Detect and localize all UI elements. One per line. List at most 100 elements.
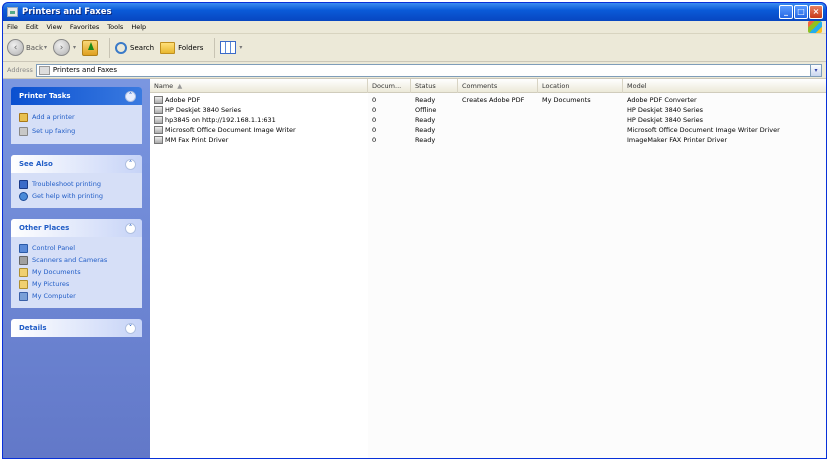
printer-row[interactable]: Adobe PDF 0 Ready Creates Adobe PDF My D… xyxy=(150,95,826,105)
up-button[interactable] xyxy=(82,39,99,56)
setup-faxing-label: Set up faxing xyxy=(32,127,76,135)
collapse-icon[interactable]: ˄ xyxy=(125,90,136,102)
file-list-view[interactable]: Name ▲ Docum... Status Comments Location … xyxy=(150,79,826,458)
address-field[interactable]: Printers and Faxes ▾ xyxy=(35,63,822,77)
chevron-down-icon[interactable]: ▾ xyxy=(44,44,47,51)
printer-documents: 0 xyxy=(372,116,377,124)
menu-help[interactable]: Help xyxy=(131,23,146,31)
printer-name: hp3845 on http://192.168.1.1:631 xyxy=(165,116,276,124)
back-button[interactable]: ‹ Back ▾ xyxy=(7,39,47,56)
other-places-header[interactable]: Other Places ˄ xyxy=(11,219,142,237)
printer-list: Adobe PDF 0 Ready Creates Adobe PDF My D… xyxy=(150,95,826,145)
folders-label: Folders xyxy=(178,43,204,52)
explorer-window: Printers and Faxes _ □ × File Edit View … xyxy=(2,2,827,459)
forward-button[interactable]: › ▾ xyxy=(53,39,76,56)
add-printer-link[interactable]: Add a printer xyxy=(19,110,134,124)
my-documents-label: My Documents xyxy=(32,268,81,276)
back-arrow-icon: ‹ xyxy=(7,39,24,56)
column-header-status[interactable]: Status xyxy=(411,79,458,93)
my-computer-link[interactable]: My Computer xyxy=(19,290,134,302)
my-pictures-icon xyxy=(19,279,28,289)
maximize-button[interactable]: □ xyxy=(794,5,808,19)
printer-row[interactable]: Microsoft Office Document Image Writer 0… xyxy=(150,125,826,135)
control-panel-icon xyxy=(19,243,28,253)
printer-name: HP Deskjet 3840 Series xyxy=(165,106,242,114)
address-value: Printers and Faxes xyxy=(52,66,117,74)
column-header-documents[interactable]: Docum... xyxy=(368,79,411,93)
folders-button[interactable]: Folders xyxy=(160,41,204,54)
other-places-title: Other Places xyxy=(19,224,70,232)
printer-row[interactable]: hp3845 on http://192.168.1.1:631 0 Ready… xyxy=(150,115,826,125)
help-icon xyxy=(19,179,28,189)
column-header-name[interactable]: Name ▲ xyxy=(150,79,368,93)
expand-icon[interactable]: ˅ xyxy=(125,322,136,334)
printer-name: MM Fax Print Driver xyxy=(165,136,229,144)
minimize-button[interactable]: _ xyxy=(779,5,793,19)
printer-tasks-title: Printer Tasks xyxy=(19,92,71,100)
collapse-icon[interactable]: ˄ xyxy=(125,222,136,234)
chevron-down-icon[interactable]: ▾ xyxy=(73,44,76,51)
see-also-panel: See Also ˄ Troubleshoot printing Get hel… xyxy=(11,155,142,208)
printer-icon xyxy=(154,126,163,134)
views-button[interactable]: ▾ xyxy=(220,41,242,54)
chevron-down-icon[interactable]: ▾ xyxy=(239,44,242,51)
my-documents-link[interactable]: My Documents xyxy=(19,266,134,278)
search-button[interactable]: Search xyxy=(115,41,154,54)
menu-tools[interactable]: Tools xyxy=(107,23,123,31)
troubleshoot-printing-link[interactable]: Troubleshoot printing xyxy=(19,178,134,190)
printer-model: HP Deskjet 3840 Series xyxy=(627,116,704,124)
sort-ascending-icon: ▲ xyxy=(177,82,183,90)
fax-icon xyxy=(19,126,28,136)
scanners-cameras-link[interactable]: Scanners and Cameras xyxy=(19,254,134,266)
menu-favorites[interactable]: Favorites xyxy=(70,23,99,31)
printer-status: Ready xyxy=(415,136,436,144)
printer-tasks-panel: Printer Tasks ˄ Add a printer Set up fax… xyxy=(11,87,142,144)
printer-name: Microsoft Office Document Image Writer xyxy=(165,126,296,134)
my-pictures-link[interactable]: My Pictures xyxy=(19,278,134,290)
column-header-model[interactable]: Model xyxy=(623,79,826,93)
address-label: Address xyxy=(7,66,33,74)
control-panel-link[interactable]: Control Panel xyxy=(19,242,134,254)
printer-row[interactable]: HP Deskjet 3840 Series 0 Offline HP Desk… xyxy=(150,105,826,115)
my-computer-icon xyxy=(19,291,28,301)
printer-status: Ready xyxy=(415,116,436,124)
get-help-printing-link[interactable]: Get help with printing xyxy=(19,190,134,202)
add-printer-icon xyxy=(19,112,28,122)
printer-icon xyxy=(154,96,163,104)
printer-documents: 0 xyxy=(372,96,377,104)
get-help-printing-label: Get help with printing xyxy=(32,192,103,200)
column-header-location[interactable]: Location xyxy=(538,79,623,93)
see-also-header[interactable]: See Also ˄ xyxy=(11,155,142,173)
printers-folder-icon xyxy=(38,65,50,75)
printer-location: My Documents xyxy=(542,96,591,104)
other-places-panel: Other Places ˄ Control Panel Scanners an… xyxy=(11,219,142,308)
menu-view[interactable]: View xyxy=(46,23,61,31)
menu-file[interactable]: File xyxy=(7,23,18,31)
add-printer-label: Add a printer xyxy=(32,113,75,121)
printer-documents: 0 xyxy=(372,106,377,114)
setup-faxing-link[interactable]: Set up faxing xyxy=(19,124,134,138)
window-title: Printers and Faxes xyxy=(22,7,112,17)
printer-tasks-header[interactable]: Printer Tasks ˄ xyxy=(11,87,142,105)
menu-bar: File Edit View Favorites Tools Help xyxy=(3,21,826,34)
collapse-icon[interactable]: ˄ xyxy=(125,158,136,170)
help-globe-icon xyxy=(19,191,28,201)
windows-logo-icon xyxy=(808,21,822,33)
address-bar: Address Printers and Faxes ▾ xyxy=(3,62,826,79)
scanners-cameras-label: Scanners and Cameras xyxy=(32,256,108,264)
see-also-title: See Also xyxy=(19,160,53,168)
details-title: Details xyxy=(19,324,47,332)
task-pane: Printer Tasks ˄ Add a printer Set up fax… xyxy=(3,79,150,458)
menu-edit[interactable]: Edit xyxy=(26,23,39,31)
title-bar[interactable]: Printers and Faxes _ □ × xyxy=(3,3,826,21)
address-dropdown-icon[interactable]: ▾ xyxy=(810,64,821,76)
details-header[interactable]: Details ˅ xyxy=(11,319,142,337)
column-headers: Name ▲ Docum... Status Comments Location … xyxy=(150,79,826,93)
printer-icon xyxy=(154,106,163,114)
printer-status: Ready xyxy=(415,126,436,134)
column-header-comments[interactable]: Comments xyxy=(458,79,538,93)
printer-row[interactable]: MM Fax Print Driver 0 Ready ImageMaker F… xyxy=(150,135,826,145)
my-documents-icon xyxy=(19,267,28,277)
fax-printer-icon xyxy=(154,136,163,144)
close-button[interactable]: × xyxy=(809,5,823,19)
